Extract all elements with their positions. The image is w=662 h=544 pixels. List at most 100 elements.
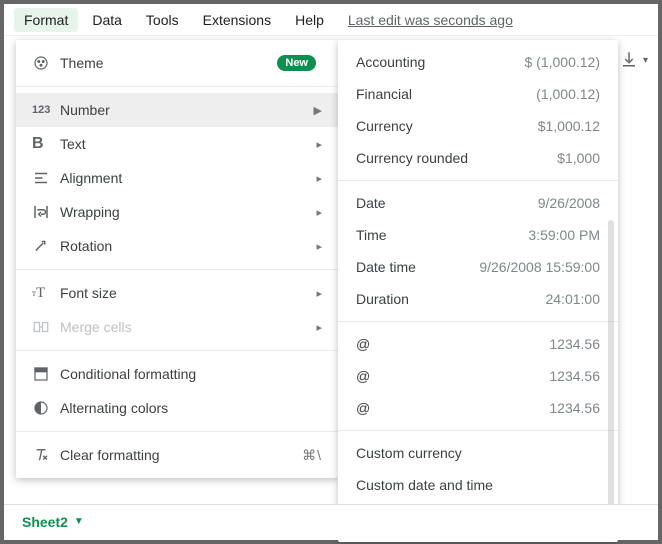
number-format-currency-rounded[interactable]: Currency rounded $1,000: [338, 142, 618, 174]
sheet-tab-label: Sheet2: [22, 514, 68, 530]
menu-alignment-label: Alignment: [60, 170, 316, 186]
download-icon[interactable]: [617, 50, 641, 71]
divider: [338, 430, 618, 431]
number-format-currency[interactable]: Currency $1,000.12: [338, 110, 618, 142]
chevron-right-icon: ▸: [316, 206, 322, 219]
format-name: Date time: [356, 259, 479, 275]
number-format-date[interactable]: Date 9/26/2008: [338, 187, 618, 219]
menu-rotation-label: Rotation: [60, 238, 316, 254]
number-format-financial[interactable]: Financial (1,000.12): [338, 78, 618, 110]
format-name: Accounting: [356, 54, 525, 70]
menubar: Format Data Tools Extensions Help Last e…: [4, 4, 658, 36]
menu-alternating-colors-label: Alternating colors: [60, 400, 322, 416]
menu-extensions[interactable]: Extensions: [193, 8, 281, 32]
number-format-at-3[interactable]: @ 1234.56: [338, 392, 618, 424]
divider: [16, 86, 338, 87]
number-format-duration[interactable]: Duration 24:01:00: [338, 283, 618, 315]
toolbar-caret-icon[interactable]: ▾: [643, 55, 648, 66]
conditional-formatting-icon: [32, 365, 60, 383]
divider: [338, 180, 618, 181]
menu-format[interactable]: Format: [14, 8, 78, 32]
shortcut-label: ⌘\: [302, 447, 322, 464]
chevron-right-icon: ▸: [316, 321, 322, 334]
format-example: (1,000.12): [536, 86, 600, 102]
format-example: $ (1,000.12): [525, 54, 601, 70]
format-name: Custom date and time: [356, 477, 600, 493]
format-name: @: [356, 368, 549, 384]
custom-date-time[interactable]: Custom date and time: [338, 469, 618, 501]
menu-font-size[interactable]: тT Font size ▸: [16, 276, 338, 310]
menu-font-size-label: Font size: [60, 285, 316, 301]
menu-clear-formatting[interactable]: Clear formatting ⌘\: [16, 438, 338, 472]
sheet-tab-bar: Sheet2 ▼: [4, 504, 658, 540]
scrollbar[interactable]: [608, 220, 614, 532]
menu-theme-label: Theme: [60, 55, 277, 71]
chevron-right-icon: ▸: [316, 172, 322, 185]
format-name: @: [356, 336, 549, 352]
caret-down-icon[interactable]: ▼: [74, 516, 84, 527]
menu-merge-cells-label: Merge cells: [60, 319, 316, 335]
merge-icon: [32, 318, 60, 336]
bold-icon: B: [32, 135, 60, 153]
format-name: @: [356, 400, 549, 416]
format-name: Financial: [356, 86, 536, 102]
menu-conditional-formatting[interactable]: Conditional formatting: [16, 357, 338, 391]
menu-text[interactable]: B Text ▸: [16, 127, 338, 161]
format-example: 9/26/2008: [538, 195, 600, 211]
format-example: 24:01:00: [546, 291, 601, 307]
format-name: Duration: [356, 291, 546, 307]
menu-number-label: Number: [60, 102, 314, 118]
number-format-time[interactable]: Time 3:59:00 PM: [338, 219, 618, 251]
chevron-right-icon: ▶: [314, 104, 322, 117]
format-name: Custom currency: [356, 445, 600, 461]
menu-number[interactable]: 123 Number ▶: [16, 93, 338, 127]
number-icon: 123: [32, 104, 60, 116]
menu-alternating-colors[interactable]: Alternating colors: [16, 391, 338, 425]
number-format-datetime[interactable]: Date time 9/26/2008 15:59:00: [338, 251, 618, 283]
font-size-icon: тT: [32, 285, 60, 302]
badge-new: New: [277, 55, 316, 71]
alternating-colors-icon: [32, 399, 60, 417]
menu-rotation[interactable]: Rotation ▸: [16, 229, 338, 263]
clear-formatting-icon: [32, 446, 60, 464]
number-format-at-1[interactable]: @ 1234.56: [338, 328, 618, 360]
format-example: 1234.56: [549, 368, 600, 384]
menu-data[interactable]: Data: [82, 8, 132, 32]
format-name: Currency rounded: [356, 150, 557, 166]
format-example: $1,000: [557, 150, 600, 166]
custom-currency[interactable]: Custom currency: [338, 437, 618, 469]
menu-alignment[interactable]: Alignment ▸: [16, 161, 338, 195]
menu-tools[interactable]: Tools: [136, 8, 189, 32]
format-name: Currency: [356, 118, 538, 134]
number-format-accounting[interactable]: Accounting $ (1,000.12): [338, 46, 618, 78]
format-example: 1234.56: [549, 336, 600, 352]
align-icon: [32, 169, 60, 187]
divider: [16, 269, 338, 270]
format-example: 3:59:00 PM: [528, 227, 600, 243]
format-example: 9/26/2008 15:59:00: [479, 259, 600, 275]
sheet-tab-active[interactable]: Sheet2 ▼: [12, 506, 94, 540]
menu-merge-cells: Merge cells ▸: [16, 310, 338, 344]
divider: [338, 321, 618, 322]
menu-wrapping-label: Wrapping: [60, 204, 316, 220]
menu-help[interactable]: Help: [285, 8, 334, 32]
format-menu: Theme New 123 Number ▶ B Text ▸ Alignmen…: [16, 40, 338, 478]
wrap-icon: [32, 203, 60, 221]
chevron-right-icon: ▸: [316, 287, 322, 300]
theme-icon: [32, 54, 60, 72]
divider: [16, 350, 338, 351]
chevron-right-icon: ▸: [316, 138, 322, 151]
number-submenu: Accounting $ (1,000.12) Financial (1,000…: [338, 40, 618, 542]
number-format-at-2[interactable]: @ 1234.56: [338, 360, 618, 392]
menu-wrapping[interactable]: Wrapping ▸: [16, 195, 338, 229]
menu-conditional-formatting-label: Conditional formatting: [60, 366, 322, 382]
menu-clear-formatting-label: Clear formatting: [60, 447, 302, 463]
last-edit-link[interactable]: Last edit was seconds ago: [348, 12, 513, 28]
menu-theme[interactable]: Theme New: [16, 46, 338, 80]
format-example: $1,000.12: [538, 118, 600, 134]
format-example: 1234.56: [549, 400, 600, 416]
rotation-icon: [32, 237, 60, 255]
format-name: Time: [356, 227, 528, 243]
divider: [16, 431, 338, 432]
menu-text-label: Text: [60, 136, 316, 152]
